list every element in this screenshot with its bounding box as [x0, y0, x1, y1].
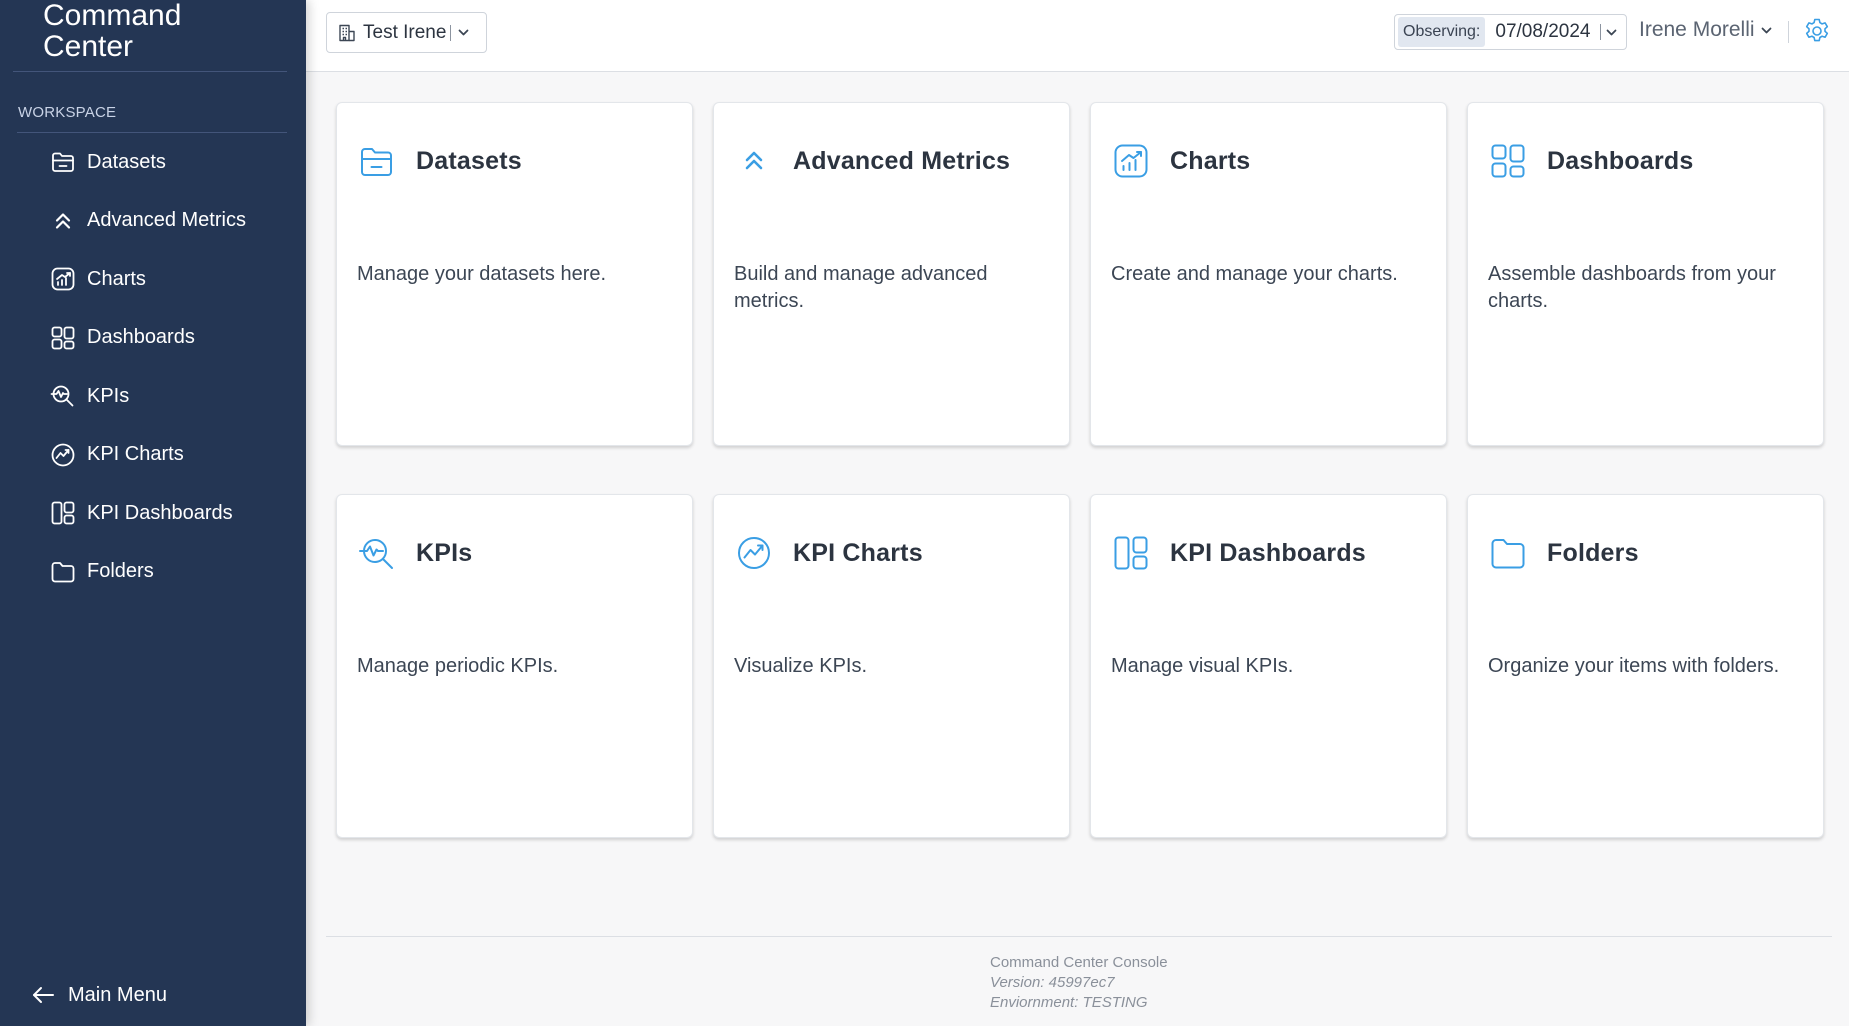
advanced-metrics-icon — [734, 141, 774, 181]
sidebar-item-dashboards[interactable]: Dashboards — [0, 309, 306, 368]
kpis-icon — [49, 382, 77, 410]
sidebar-item-label: Folders — [87, 560, 154, 583]
dashboards-icon — [1488, 141, 1528, 181]
gear-icon — [1805, 18, 1829, 42]
card-title: Advanced Metrics — [793, 146, 1011, 175]
sidebar-item-label: Datasets — [87, 150, 166, 173]
arrow-left-icon — [33, 987, 54, 1003]
section-label-workspace: WORKSPACE — [18, 104, 117, 121]
card-description: Manage periodic KPIs. — [357, 655, 559, 677]
kpi-dashboards-icon — [49, 499, 77, 527]
datasets-icon — [49, 148, 77, 176]
sidebar-item-kpis[interactable]: KPIs — [0, 367, 306, 426]
observing-date-picker[interactable]: Observing: 07/08/2024 — [1394, 14, 1628, 50]
workspace-name: Test Irene — [363, 21, 447, 43]
sidebar-item-advanced-metrics[interactable]: Advanced Metrics — [0, 192, 306, 251]
card-description: Create and manage your charts. — [1111, 263, 1398, 285]
card-title: Folders — [1547, 538, 1639, 567]
sidebar-item-kpi-dashboards[interactable]: KPI Dashboards — [0, 484, 306, 543]
card-title: KPI Dashboards — [1170, 538, 1366, 567]
footer: Command Center Console Version: 45997ec7… — [990, 953, 1168, 1013]
kpi-dashboards-icon — [1111, 533, 1151, 573]
folder-icon — [49, 558, 77, 586]
card-description: Assemble dashboards from your charts. — [1488, 263, 1776, 312]
user-name: Irene Morelli — [1639, 18, 1755, 41]
card-description: Manage visual KPIs. — [1111, 655, 1294, 677]
chevron-down-icon — [1605, 26, 1618, 39]
sidebar-item-kpi-charts[interactable]: KPI Charts — [0, 426, 306, 485]
settings-button[interactable] — [1801, 16, 1833, 48]
select-separator — [1600, 24, 1602, 40]
brand-title: Command Center — [43, 0, 182, 63]
sidebar-item-charts[interactable]: Charts — [0, 250, 306, 309]
card-description: Manage your datasets here. — [357, 263, 607, 285]
building-icon — [339, 24, 355, 41]
chevron-down-icon — [1760, 24, 1773, 37]
dashboards-icon — [49, 324, 77, 352]
charts-icon — [49, 265, 77, 293]
main-menu-label: Main Menu — [68, 983, 167, 1006]
observing-label: Observing: — [1398, 17, 1486, 47]
folder-icon — [1488, 533, 1528, 573]
card-description: Build and manage advanced metrics. — [734, 263, 988, 312]
card-kpis[interactable]: KPIs Manage periodic KPIs. — [336, 494, 693, 838]
sidebar-item-label: KPI Dashboards — [87, 501, 233, 524]
sidebar-item-datasets[interactable]: Datasets — [0, 133, 306, 192]
select-separator — [450, 24, 452, 41]
sidebar-item-label: Charts — [87, 267, 146, 290]
footer-version: Version: 45997ec7 — [990, 974, 1115, 991]
sidebar-nav: Datasets Advanced Metrics Charts Dashboa… — [0, 133, 306, 601]
footer-divider — [326, 936, 1832, 937]
workspace-selector[interactable]: Test Irene — [326, 12, 488, 53]
footer-environment: Enviornment: TESTING — [990, 994, 1148, 1011]
top-bar: Test Irene Observing: 07/08/2024 Irene M… — [306, 0, 1849, 72]
brand-divider — [13, 71, 287, 72]
sidebar-item-folders[interactable]: Folders — [0, 543, 306, 602]
kpi-charts-icon — [734, 533, 774, 573]
card-description: Organize your items with folders. — [1488, 655, 1780, 677]
card-title: KPIs — [416, 538, 473, 567]
main-menu-link[interactable]: Main Menu — [30, 982, 167, 1008]
card-title: Dashboards — [1547, 146, 1694, 175]
advanced-metrics-icon — [49, 207, 77, 235]
charts-icon — [1111, 141, 1151, 181]
observing-date: 07/08/2024 — [1495, 21, 1591, 42]
card-advanced-metrics[interactable]: Advanced Metrics Build and manage advanc… — [713, 102, 1070, 446]
card-charts[interactable]: Charts Create and manage your charts. — [1090, 102, 1447, 446]
footer-app-name: Command Center Console — [990, 954, 1168, 971]
card-folders[interactable]: Folders Organize your items with folders… — [1467, 494, 1824, 838]
card-kpi-charts[interactable]: KPI Charts Visualize KPIs. — [713, 494, 1070, 838]
datasets-icon — [357, 141, 397, 181]
sidebar-item-label: Advanced Metrics — [87, 209, 246, 232]
card-dashboards[interactable]: Dashboards Assemble dashboards from your… — [1467, 102, 1824, 446]
sidebar-item-label: Dashboards — [87, 326, 195, 349]
card-title: Charts — [1170, 146, 1251, 175]
card-title: Datasets — [416, 146, 522, 175]
card-datasets[interactable]: Datasets Manage your datasets here. — [336, 102, 693, 446]
card-title: KPI Charts — [793, 538, 923, 567]
card-description: Visualize KPIs. — [734, 655, 868, 677]
kpi-charts-icon — [49, 441, 77, 469]
sidebar-item-label: KPIs — [87, 384, 130, 407]
chevron-down-icon — [457, 26, 476, 39]
card-kpi-dashboards[interactable]: KPI Dashboards Manage visual KPIs. — [1090, 494, 1447, 838]
topbar-divider — [1788, 21, 1789, 43]
sidebar-item-label: KPI Charts — [87, 443, 184, 466]
kpis-icon — [357, 533, 397, 573]
sidebar: Command Center WORKSPACE Datasets Advanc… — [0, 0, 306, 1026]
user-menu[interactable]: Irene Morelli — [1639, 18, 1773, 42]
